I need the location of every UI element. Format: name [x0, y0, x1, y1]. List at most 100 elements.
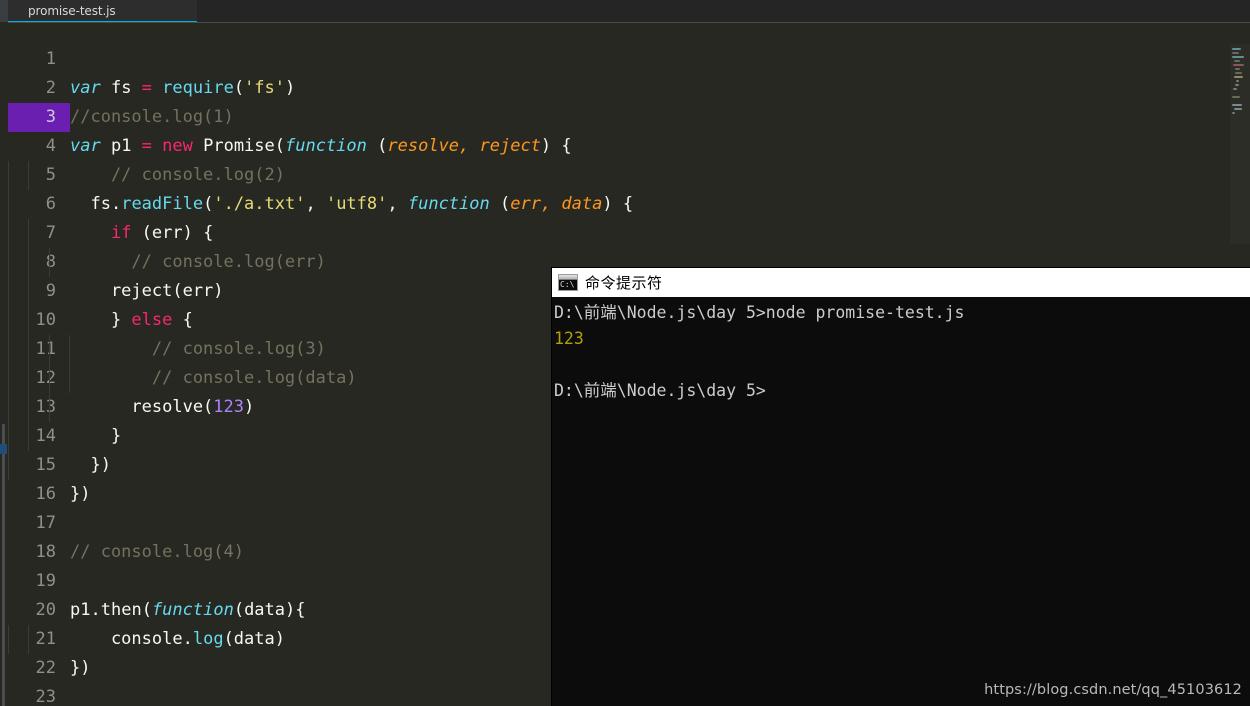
terminal-output-area[interactable]: D:\前端\Node.js\day 5>node promise-test.js… [552, 297, 1250, 706]
code-token: else [131, 310, 173, 330]
code-line-text: var p1 = new Promise(function (resolve, … [70, 132, 1250, 161]
code-token: err, data [510, 194, 603, 214]
cmd-console-icon: C:\ [558, 274, 578, 291]
line-number: 1 [45, 49, 56, 69]
code-token: }) [70, 658, 91, 678]
indent-guide [28, 306, 30, 335]
command-prompt-window[interactable]: C:\ 命令提示符 D:\前端\Node.js\day 5>node promi… [552, 268, 1250, 706]
editor-left-scrollbar[interactable] [2, 424, 5, 706]
minimap-row [1233, 64, 1244, 66]
minimap-row [1232, 112, 1235, 114]
code-token: . [90, 600, 101, 620]
indent-guide [48, 364, 50, 393]
code-token: p1 [70, 600, 91, 620]
terminal-titlebar[interactable]: C:\ 命令提示符 [552, 268, 1250, 297]
line-number: 8 [45, 252, 56, 272]
code-token: './a.txt' [213, 194, 306, 214]
watermark-url: https://blog.csdn.net/qq_45103612 [984, 682, 1242, 698]
line-number: 7 [45, 223, 56, 243]
indent-guide [8, 364, 9, 393]
indent-guide [8, 393, 9, 422]
line-number: 21 [35, 629, 56, 649]
line-number: 5 [45, 165, 56, 185]
indent-guide [8, 248, 9, 277]
minimap-row [1234, 108, 1242, 110]
line-number: 11 [35, 339, 56, 359]
line-number: 10 [35, 310, 56, 330]
terminal-output-line: 123 [554, 329, 584, 348]
indent-guide [8, 451, 9, 480]
code-line[interactable]: 5 // console.log(2) [8, 161, 1250, 190]
code-token: // console.log(2) [70, 165, 285, 185]
terminal-title-label: 命令提示符 [585, 274, 663, 292]
code-token: fs [110, 78, 142, 98]
indent-guide [8, 422, 9, 451]
code-token: } [70, 310, 132, 330]
code-token: 123 [213, 397, 245, 417]
indent-guide [28, 393, 30, 422]
code-token: readFile [121, 194, 204, 214]
code-token: fs [70, 194, 111, 214]
line-number: 23 [35, 687, 56, 706]
indent-guide [28, 248, 30, 277]
code-token: ( [233, 78, 245, 98]
code-line[interactable]: 2 var fs = require('fs') [8, 74, 1250, 103]
code-token: ( [203, 194, 214, 214]
minimap-row [1236, 80, 1239, 82]
tabbar-empty-area [197, 0, 1250, 22]
line-number: 13 [35, 397, 56, 417]
editor-minimap[interactable] [1230, 44, 1250, 244]
code-line-text: //console.log(1) [70, 103, 1250, 132]
code-line-text: var fs = require('fs') [70, 74, 1250, 103]
terminal-prompt-line: D:\前端\Node.js\day 5> [554, 381, 766, 400]
minimap-row [1234, 76, 1243, 78]
code-token: function [285, 136, 367, 156]
code-token: console [70, 629, 183, 649]
indent-guide [8, 190, 9, 219]
minimap-row [1235, 68, 1240, 70]
indent-guide [48, 335, 50, 364]
indent-guide [8, 625, 9, 654]
editor-left-strip [0, 44, 8, 706]
line-number: 6 [45, 194, 56, 214]
code-line[interactable]: 6 fs.readFile('./a.txt', 'utf8', functio… [8, 190, 1250, 219]
code-token: log [192, 629, 224, 649]
minimap-row [1233, 88, 1237, 90]
code-token: //console.log(1) [70, 107, 234, 127]
code-token: ( [274, 136, 286, 156]
code-line[interactable]: 4 var p1 = new Promise(function (resolve,… [8, 132, 1250, 161]
code-line[interactable]: 1 [8, 45, 1250, 74]
code-token: Promise [203, 136, 275, 156]
line-number: 16 [35, 484, 56, 504]
code-line-text: // console.log(2) [8, 161, 1250, 190]
code-line[interactable]: 7 if (err) { [8, 219, 1250, 248]
tabbar-left-edge [0, 0, 8, 22]
line-number: 2 [45, 78, 56, 98]
editor-tabbar: promise-test.js [0, 0, 1250, 23]
minimap-row [1232, 48, 1241, 50]
code-token: var [70, 78, 111, 98]
code-token: // console.log(err) [70, 252, 326, 272]
indent-guide [48, 393, 50, 422]
code-token: . [182, 629, 193, 649]
line-number: 14 [35, 426, 56, 446]
minimap-row [1235, 72, 1242, 74]
indent-guide [69, 364, 71, 393]
indent-guide [28, 364, 30, 393]
code-token: // console.log(3) [70, 339, 326, 359]
tab-label: promise-test.js [28, 4, 116, 18]
tab-promise-test-js[interactable]: promise-test.js [8, 0, 197, 22]
code-token: resolve, reject [387, 136, 541, 156]
code-token: function [151, 600, 234, 620]
code-token: { [172, 310, 193, 330]
code-line[interactable]: 3//console.log(1) [8, 103, 1250, 132]
code-token: ( [141, 600, 152, 620]
minimap-row [1235, 84, 1239, 86]
code-token: }) [70, 455, 111, 475]
line-number: 19 [35, 571, 56, 591]
code-token: reject(err) [70, 281, 224, 301]
code-token: require [162, 78, 234, 98]
minimap-row [1232, 56, 1244, 58]
indent-guide [8, 335, 9, 364]
line-number: 4 [45, 136, 56, 156]
